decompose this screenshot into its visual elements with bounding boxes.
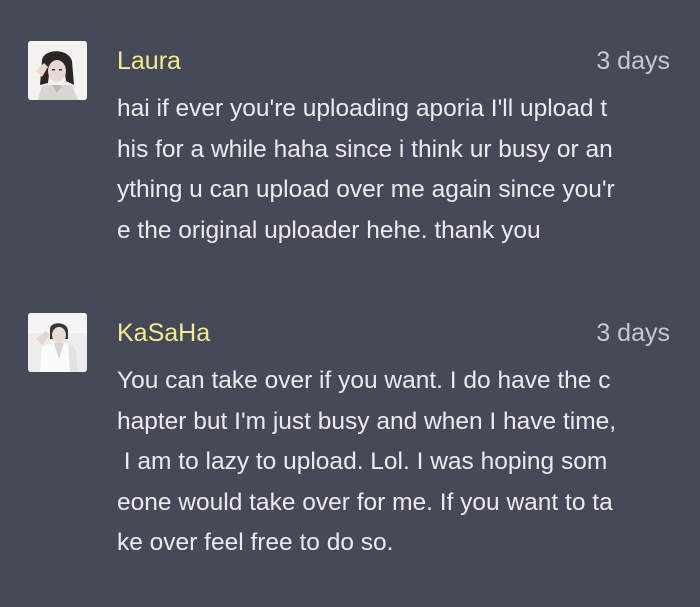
comment-body-line: ke over feel free to do so. — [117, 529, 394, 556]
comment-body-line: ything u can upload over me again since … — [117, 176, 615, 203]
user-avatar-photo-icon — [28, 313, 87, 372]
comment-timestamp: 3 days — [596, 319, 670, 347]
avatar[interactable] — [28, 313, 87, 372]
comment-body-line: e the original uploader hehe. thank you — [117, 216, 541, 244]
comment-body-line: You can take over if you want. I do have… — [117, 367, 611, 394]
comment-username[interactable]: KaSaHa — [117, 318, 210, 348]
comment-body: You can take over if you want. I do have… — [117, 361, 677, 564]
user-avatar-photo-icon — [28, 41, 87, 100]
comment-username[interactable]: Laura — [117, 46, 181, 76]
avatar[interactable] — [28, 41, 87, 100]
comment-body-line: hapter but I'm just busy and when I have… — [117, 407, 617, 435]
comment-timestamp: 3 days — [596, 47, 670, 75]
comment-body-line: his for a while haha since i think ur bu… — [117, 135, 613, 163]
comment-body-line: hai if ever you're uploading aporia I'll… — [117, 95, 608, 122]
comment-body: hai if ever you're uploading aporia I'll… — [117, 89, 677, 251]
comment-body-line: eone would take over for me. If you want… — [117, 488, 613, 516]
comment-body-line: I am to lazy to upload. Lol. I was hopin… — [117, 448, 608, 475]
